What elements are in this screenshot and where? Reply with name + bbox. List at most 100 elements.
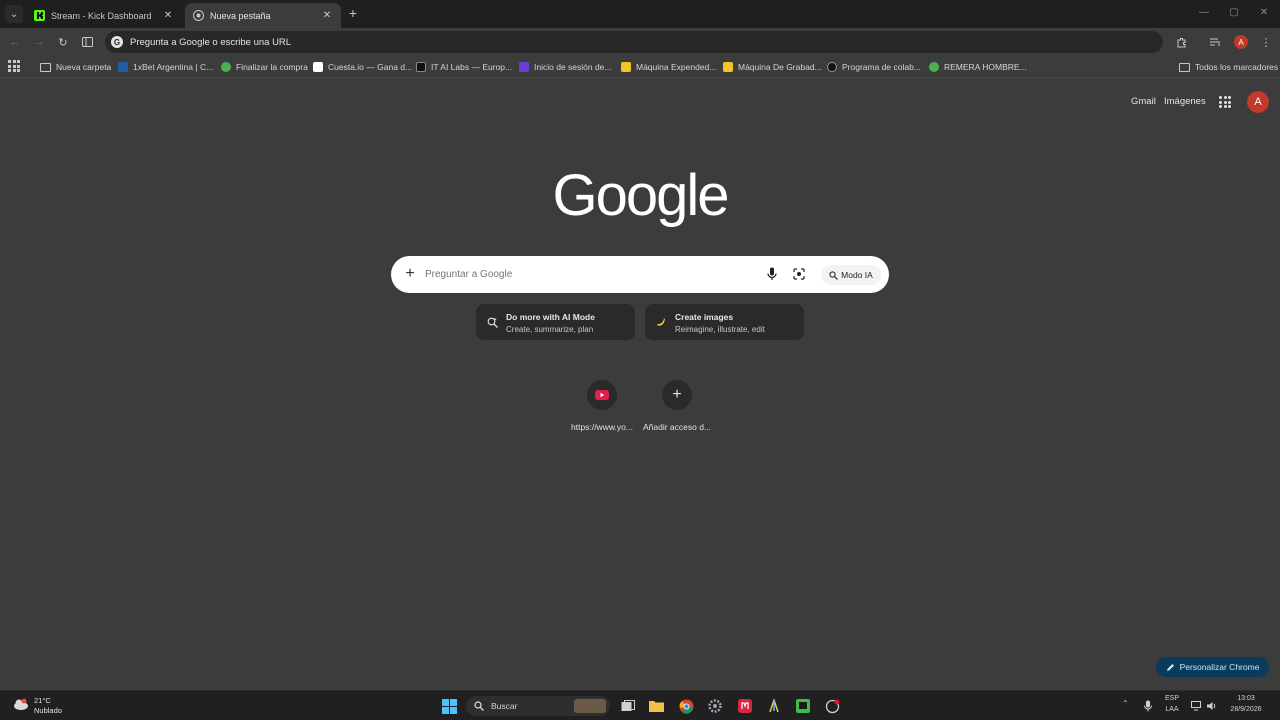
google-icon: G — [111, 36, 123, 48]
card-title: Do more with AI Mode — [506, 312, 595, 322]
file-explorer-icon[interactable] — [647, 697, 665, 715]
bookmark-item[interactable]: 1xBet Argentina | C... — [118, 59, 213, 75]
tab-kick-dashboard[interactable]: Stream - Kick Dashboard ✕ — [26, 3, 182, 28]
bookmark-item[interactable]: Finalizar la compra — [221, 59, 308, 75]
maximize-icon[interactable]: ▢ — [1224, 4, 1244, 22]
tab-strip: ⌄ Stream - Kick Dashboard ✕ Nueva pestañ… — [0, 0, 1280, 28]
bookmark-item[interactable]: Programa de colab... — [827, 59, 921, 75]
address-bar[interactable]: G Pregunta a Google o escribe una URL — [105, 31, 1163, 53]
bookmarks-bar: Nueva carpeta 1xBet Argentina | C... Fin… — [0, 56, 1280, 78]
chrome-icon — [193, 10, 204, 21]
1xbet-icon — [118, 62, 128, 72]
microphone-tray-icon[interactable] — [1139, 697, 1157, 715]
shortcut-label: Añadir acceso d... — [642, 422, 712, 432]
ai-search-icon — [829, 270, 839, 280]
create-images-card[interactable]: Create images Reimagine, illustrate, edi… — [645, 304, 804, 340]
side-panel-icon[interactable] — [79, 34, 95, 50]
search-highlight-icon — [574, 699, 606, 713]
cuesta-icon — [313, 62, 323, 72]
new-tab-button[interactable]: + — [346, 6, 360, 20]
gmail-link[interactable]: Gmail — [1131, 96, 1156, 107]
bookmark-item[interactable]: Cuesta.io — Gana d... — [313, 59, 412, 75]
microphone-icon[interactable] — [767, 267, 777, 281]
banana-icon — [654, 315, 668, 329]
mercadolibre-icon — [723, 62, 733, 72]
google-logo: Google — [552, 163, 729, 228]
customize-label: Personalizar Chrome — [1179, 662, 1260, 672]
minimize-icon[interactable]: — — [1194, 4, 1214, 22]
back-icon[interactable]: ← — [7, 34, 23, 50]
customize-chrome-button[interactable]: Personalizar Chrome — [1156, 657, 1269, 677]
youtube-icon — [587, 380, 617, 410]
clock-time[interactable]: 13:03 — [1222, 695, 1270, 702]
bookmark-item[interactable]: Máquina De Grabad... — [723, 59, 822, 75]
volume-icon[interactable] — [1203, 697, 1221, 715]
search-input[interactable] — [425, 266, 755, 283]
shop-icon — [929, 62, 939, 72]
kick-icon — [34, 10, 45, 21]
settings-icon[interactable] — [706, 697, 724, 715]
ai-mode-button[interactable]: Modo IA — [821, 265, 881, 285]
folder-icon — [40, 62, 51, 72]
ai-mode-label: Modo IA — [841, 270, 873, 280]
lens-icon[interactable] — [793, 268, 805, 280]
all-bookmarks[interactable]: Todos los marcadores — [1179, 59, 1278, 75]
close-icon[interactable]: ✕ — [162, 10, 174, 22]
menu-icon[interactable]: ⋮ — [1258, 34, 1274, 50]
bookmark-item[interactable]: IT AI Labs — Europ... — [416, 59, 512, 75]
ai-mode-card[interactable]: Do more with AI Mode Create, summarize, … — [476, 304, 635, 340]
tab-new-tab[interactable]: Nueva pestaña ✕ — [185, 3, 341, 28]
media-controls-icon[interactable] — [1208, 34, 1224, 50]
itailabs-icon — [416, 62, 426, 72]
account-avatar[interactable]: A — [1247, 91, 1269, 113]
taskbar-search[interactable]: Buscar — [466, 696, 610, 716]
pen-app-icon[interactable] — [765, 697, 783, 715]
shop-icon — [221, 62, 231, 72]
card-subtitle: Reimagine, illustrate, edit — [675, 325, 765, 334]
apps-icon[interactable] — [8, 60, 20, 72]
bookmark-item[interactable]: Máquina Expended... — [621, 59, 716, 75]
language-bottom[interactable]: LAA — [1162, 706, 1182, 713]
program-icon — [827, 62, 837, 72]
task-view-icon[interactable] — [619, 697, 637, 715]
reload-icon[interactable]: ↻ — [55, 34, 71, 50]
tab-title: Nueva pestaña — [210, 10, 271, 21]
extensions-icon[interactable] — [1173, 34, 1189, 50]
clock-date[interactable]: 28/9/2026 — [1222, 706, 1270, 713]
close-icon[interactable]: ✕ — [321, 10, 333, 22]
images-link[interactable]: Imágenes — [1164, 96, 1206, 107]
language-top[interactable]: ESP — [1162, 695, 1182, 702]
browser-app-icon[interactable] — [823, 697, 841, 715]
tab-search-icon[interactable]: ⌄ — [5, 5, 23, 23]
chrome-taskbar-icon[interactable] — [677, 697, 695, 715]
profile-avatar[interactable]: A — [1234, 35, 1248, 49]
close-window-icon[interactable]: ✕ — [1254, 4, 1274, 22]
card-title: Create images — [675, 312, 734, 322]
bookmark-item[interactable]: Inicio de sesión de... — [519, 59, 612, 75]
forward-icon[interactable]: → — [31, 34, 47, 50]
cloud-icon — [14, 698, 28, 710]
green-app-icon[interactable] — [794, 697, 812, 715]
folder-icon — [1179, 62, 1190, 72]
bookmark-item[interactable]: REMERA HOMBRE... — [929, 59, 1027, 75]
weather-desc: Nublado — [34, 706, 62, 715]
ai-search-icon — [485, 315, 499, 329]
shortcut-tile[interactable]: https://www.yo... — [564, 380, 640, 436]
google-apps-icon[interactable] — [1219, 96, 1231, 108]
windows-start-icon[interactable] — [440, 697, 458, 715]
search-box: + Modo IA — [391, 256, 889, 293]
search-icon — [474, 701, 484, 711]
taskbar: 21°C Nublado Buscar ⌃ ESP LAA 13:03 28/9… — [0, 690, 1280, 720]
mercadolibre-icon — [621, 62, 631, 72]
address-text: Pregunta a Google o escribe una URL — [130, 36, 292, 48]
bookmark-item[interactable]: Nueva carpeta — [40, 59, 111, 75]
toolbar: ← → ↻ G Pregunta a Google o escribe una … — [0, 28, 1280, 56]
card-subtitle: Create, summarize, plan — [506, 325, 594, 334]
chevron-up-icon[interactable]: ⌃ — [1122, 699, 1129, 708]
red-app-icon[interactable] — [736, 697, 754, 715]
plus-icon: + — [662, 380, 692, 410]
add-shortcut-tile[interactable]: + Añadir acceso d... — [639, 380, 715, 436]
weather-temp: 21°C — [34, 696, 51, 705]
plus-icon[interactable]: + — [403, 265, 417, 283]
pencil-icon — [1166, 663, 1174, 671]
